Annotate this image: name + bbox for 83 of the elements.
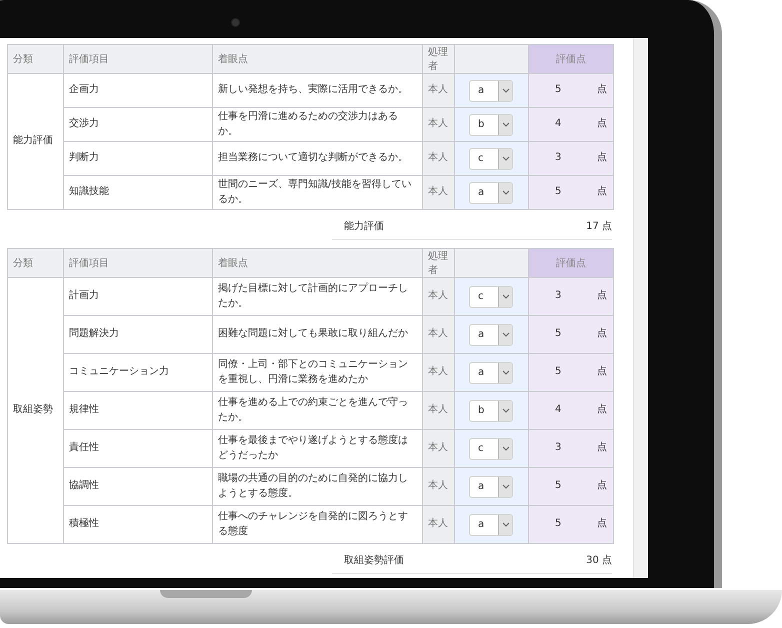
score-cell: 3 点: [528, 278, 614, 316]
table-cell: 判断力: [64, 142, 212, 176]
grade-select[interactable]: c: [469, 286, 513, 308]
grade-select[interactable]: a: [469, 362, 513, 384]
table-cell: 仕事へのチャレンジを自発的に図ろうとする態度: [212, 506, 422, 544]
table-cell: 本人: [422, 506, 454, 544]
score-cell: 3 点: [528, 142, 614, 176]
grade-select[interactable]: a: [469, 80, 513, 102]
category-cell: 取組姿勢: [8, 278, 64, 544]
table-cell: 本人: [422, 278, 454, 316]
table-cell: 本人: [422, 316, 454, 354]
table-cell: 交渉力: [64, 108, 212, 142]
table-cell: 積極性: [64, 506, 212, 544]
chevron-down-icon: [502, 484, 510, 489]
column-header: 着眼点: [212, 44, 422, 74]
column-header: 分類: [8, 248, 64, 278]
column-header: 処理者: [422, 44, 454, 74]
table-cell: 本人: [422, 392, 454, 430]
score-cell: 5 点: [528, 316, 614, 354]
table-cell: 問題解決力: [64, 316, 212, 354]
table-cell: 困難な問題に対しても果敢に取り組んだか: [212, 316, 422, 354]
table-cell: 本人: [422, 176, 454, 210]
table-cell: 新しい発想を持ち、実際に活用できるか。: [212, 74, 422, 108]
table-cell: 職場の共通の目的のために自発的に協力しようとする態度。: [212, 468, 422, 506]
grade-select[interactable]: a: [469, 182, 513, 204]
table-cell: 仕事を円滑に進めるための交渉力はあるか。: [212, 108, 422, 142]
score-cell: 5 点: [528, 176, 614, 210]
score-cell: 3 点: [528, 430, 614, 468]
chevron-down-icon: [502, 294, 510, 299]
score-cell: 4 点: [528, 108, 614, 142]
table-cell: 同僚・上司・部下とのコミュニケーションを重視し、円滑に業務を進めたか: [212, 354, 422, 392]
summary-label: 能力評価: [344, 220, 384, 233]
table-cell: 掲げた目標に対して計画的にアプローチしたか。: [212, 278, 422, 316]
table-cell: 仕事を進める上での約束ごとを進んで守ったか。: [212, 392, 422, 430]
table-cell: 世間のニーズ、専門知識/技能を習得しているか。: [212, 176, 422, 210]
grade-select[interactable]: a: [469, 514, 513, 536]
score-cell: 5 点: [528, 506, 614, 544]
table-cell: 規律性: [64, 392, 212, 430]
table-cell: 計画力: [64, 278, 212, 316]
chevron-down-icon: [502, 122, 510, 127]
summary-total: 30 点: [586, 554, 612, 567]
table-cell: 仕事を最後までやり遂げようとする態度はどうだったか: [212, 430, 422, 468]
table-cell: コミュニケーション力: [64, 354, 212, 392]
column-header: 着眼点: [212, 248, 422, 278]
column-header: 評価点: [528, 248, 614, 278]
table-cell: 知識技能: [64, 176, 212, 210]
chevron-down-icon: [502, 156, 510, 161]
column-header: 評価点: [528, 44, 614, 74]
score-cell: 5 点: [528, 354, 614, 392]
table-cell: 本人: [422, 354, 454, 392]
chevron-down-icon: [502, 408, 510, 413]
camera-icon: [231, 18, 240, 27]
category-cell: 能力評価: [8, 74, 64, 210]
table-cell: 本人: [422, 74, 454, 108]
column-header: 処理者: [422, 248, 454, 278]
column-header: 分類: [8, 44, 64, 74]
column-header: 評価項目: [64, 248, 212, 278]
chevron-down-icon: [502, 190, 510, 195]
table-cell: 企画力: [64, 74, 212, 108]
grade-select[interactable]: c: [469, 438, 513, 460]
grade-select[interactable]: b: [469, 114, 513, 136]
table-cell: 協調性: [64, 468, 212, 506]
table-cell: 本人: [422, 430, 454, 468]
chevron-down-icon: [502, 88, 510, 93]
score-cell: 5 点: [528, 74, 614, 108]
score-cell: 4 点: [528, 392, 614, 430]
column-header: 評価項目: [64, 44, 212, 74]
grade-select[interactable]: b: [469, 400, 513, 422]
table-cell: 本人: [422, 108, 454, 142]
chevron-down-icon: [502, 522, 510, 527]
grade-select[interactable]: a: [469, 324, 513, 346]
table-cell: 責任性: [64, 430, 212, 468]
table-cell: 本人: [422, 142, 454, 176]
chevron-down-icon: [502, 370, 510, 375]
score-cell: 5 点: [528, 468, 614, 506]
summary-total: 17 点: [586, 220, 612, 233]
table-cell: 担当業務について適切な判断ができるか。: [212, 142, 422, 176]
summary-label: 取組姿勢評価: [344, 554, 404, 567]
grade-select[interactable]: c: [469, 148, 513, 170]
chevron-down-icon: [502, 332, 510, 337]
chevron-down-icon: [502, 446, 510, 451]
grade-select[interactable]: a: [469, 476, 513, 498]
table-cell: 本人: [422, 468, 454, 506]
